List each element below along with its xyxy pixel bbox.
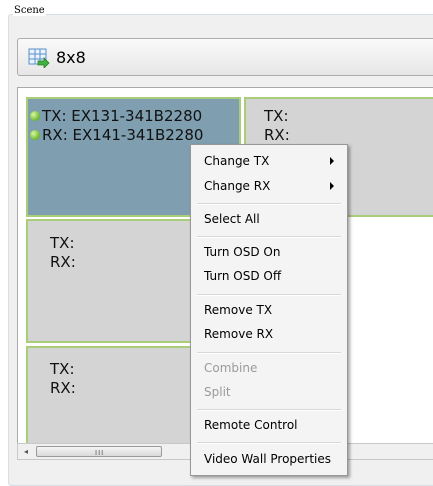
menu-separator — [197, 294, 341, 296]
menu-item-label: Split — [204, 385, 231, 399]
menu-separator — [197, 409, 341, 411]
menu-item-turn-osd-off[interactable]: Turn OSD Off — [192, 264, 346, 288]
grid-arrow-icon — [28, 48, 50, 69]
menu-item-remove-rx[interactable]: Remove RX — [192, 322, 346, 346]
menu-item-turn-osd-on[interactable]: Turn OSD On — [192, 240, 346, 264]
rx-label: RX: — [264, 126, 290, 144]
menu-item-remote-control[interactable]: Remote Control — [192, 413, 346, 437]
menu-item-change-rx[interactable]: Change RX — [192, 174, 346, 198]
tx-label: TX: — [50, 234, 75, 252]
rx-label: RX: EX141-341B2280 — [42, 126, 204, 144]
rx-label: RX: — [50, 253, 76, 271]
menu-item-video-wall-properties[interactable]: Video Wall Properties — [192, 447, 346, 471]
tx-line: TX: EX131-341B2280 — [30, 107, 202, 125]
layout-combobox[interactable]: 8x8 — [17, 38, 433, 76]
status-led-icon — [30, 111, 40, 121]
layout-combobox-value: 8x8 — [56, 48, 86, 67]
submenu-arrow-icon — [330, 157, 334, 165]
menu-separator — [197, 203, 341, 205]
scrollbar-thumb[interactable]: III — [36, 446, 162, 457]
rx-label: RX: — [50, 379, 76, 397]
grip-icon: III — [95, 449, 105, 457]
menu-item-change-tx[interactable]: Change TX — [192, 149, 346, 173]
menu-item-label: Change RX — [204, 179, 271, 193]
context-menu: Change TX Change RX Select All Turn OSD … — [190, 144, 348, 476]
menu-item-label: Turn OSD On — [204, 245, 281, 259]
tx-label: TX: EX131-341B2280 — [42, 107, 203, 125]
menu-item-select-all[interactable]: Select All — [192, 207, 346, 231]
menu-item-split: Split — [192, 380, 346, 404]
menu-item-label: Remove TX — [204, 303, 273, 317]
menu-item-label: Remove RX — [204, 327, 274, 341]
menu-item-label: Remote Control — [204, 418, 298, 432]
status-led-icon — [30, 130, 40, 140]
scene-group-label: Scene — [13, 5, 46, 16]
scroll-left-arrow-icon[interactable]: ◂ — [19, 445, 33, 458]
menu-item-remove-tx[interactable]: Remove TX — [192, 298, 346, 322]
menu-item-label: Turn OSD Off — [204, 269, 282, 283]
menu-separator — [197, 442, 341, 444]
rx-line: RX: EX141-341B2280 — [30, 126, 203, 144]
tx-label: TX: — [264, 107, 289, 125]
tx-label: TX: — [50, 360, 75, 378]
menu-item-label: Combine — [204, 361, 258, 375]
submenu-arrow-icon — [330, 182, 334, 190]
menu-item-label: Select All — [204, 212, 260, 226]
menu-item-label: Change TX — [204, 154, 270, 168]
menu-item-combine: Combine — [192, 356, 346, 380]
menu-item-label: Video Wall Properties — [204, 452, 332, 466]
menu-separator — [197, 236, 341, 238]
menu-separator — [197, 352, 341, 354]
